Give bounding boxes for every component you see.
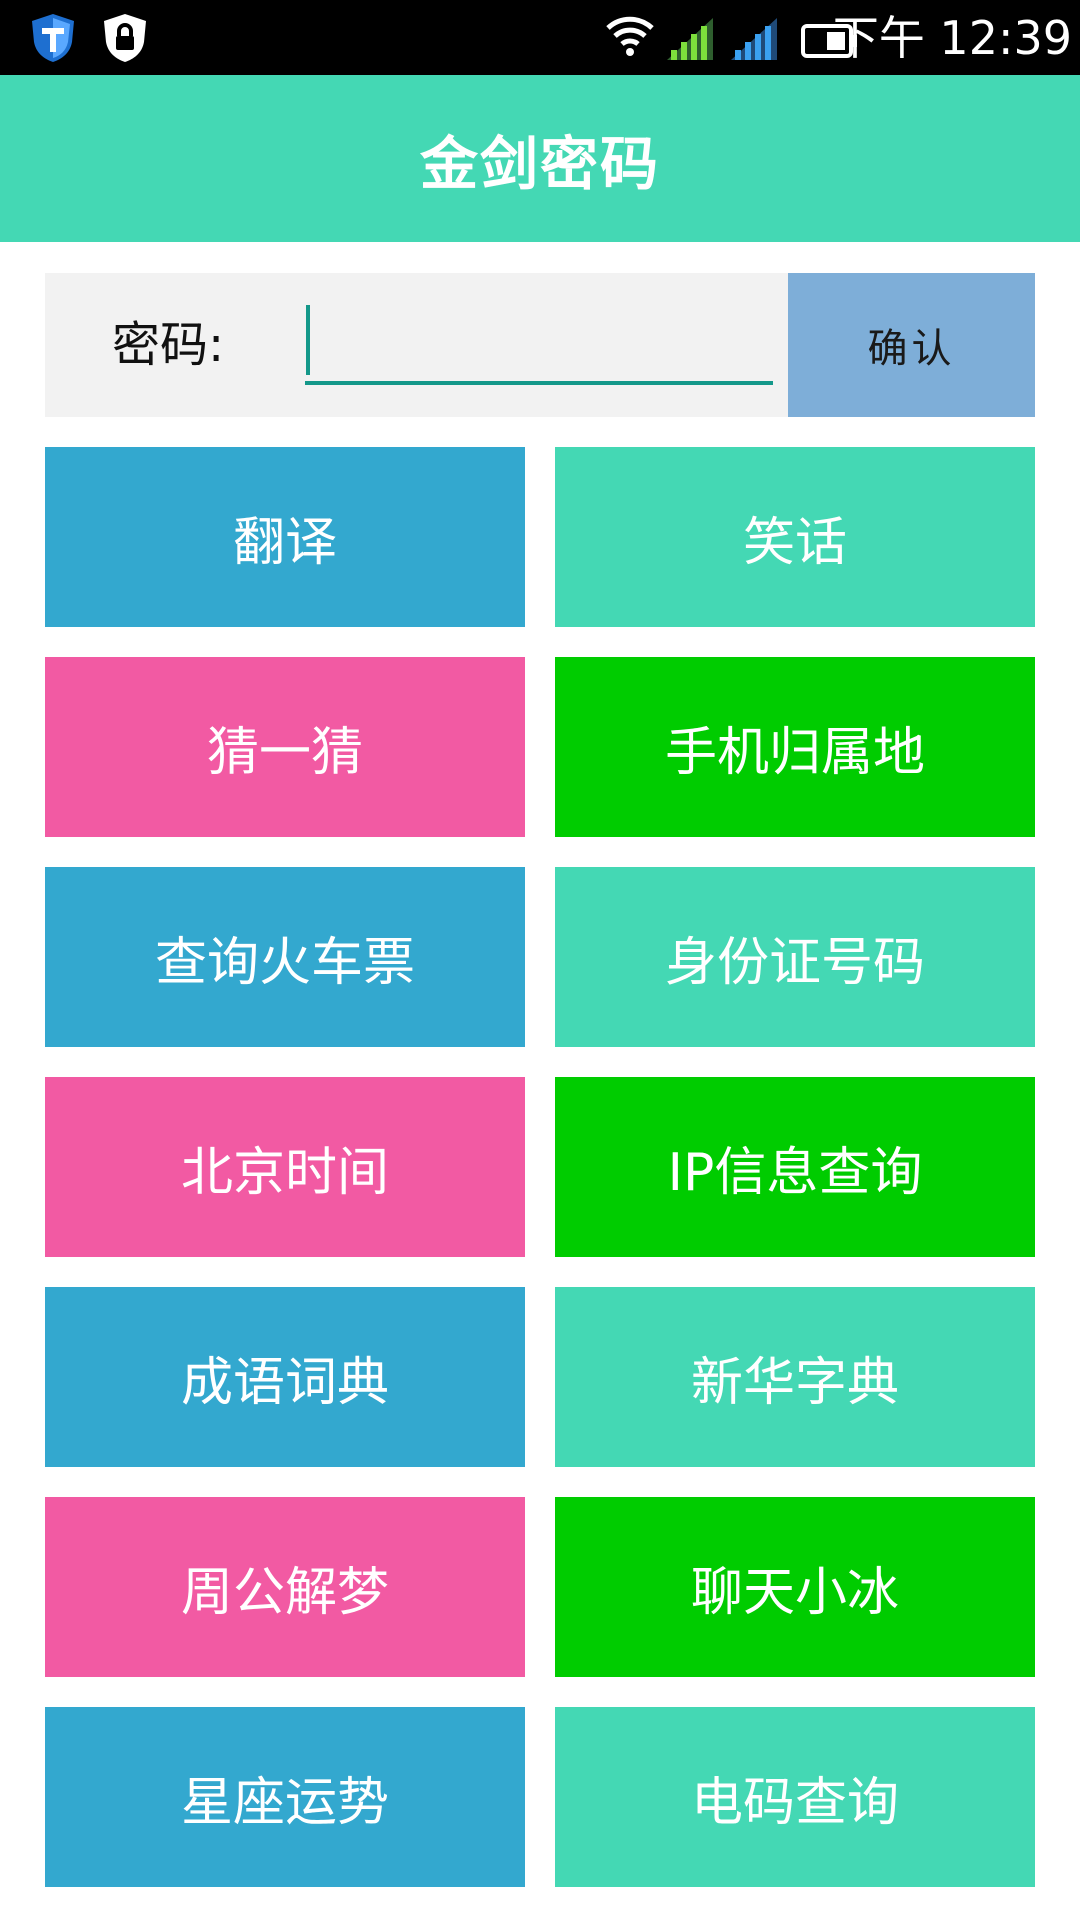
menu-tile-1[interactable]: 笑话: [555, 447, 1035, 627]
lock-shield-icon: [104, 14, 146, 62]
menu-tile-10[interactable]: 周公解梦: [45, 1497, 525, 1677]
password-label: 密码:: [112, 317, 225, 373]
menu-tile-9[interactable]: 新华字典: [555, 1287, 1035, 1467]
menu-tile-3[interactable]: 手机归属地: [555, 657, 1035, 837]
phone-screen: 下午 12:39 金剑密码 密码: 确认 翻译 笑话 猜一猜 手机归属地 查询火车票 身份…: [0, 0, 1080, 1920]
password-input[interactable]: [305, 301, 773, 385]
shield-icon: [32, 14, 74, 62]
menu-tile-11[interactable]: 聊天小冰: [555, 1497, 1035, 1677]
signal-green-icon: [667, 18, 713, 60]
status-time: 下午 12:39: [832, 11, 1072, 65]
confirm-button[interactable]: 确认: [788, 273, 1035, 417]
password-row: 密码: 确认: [45, 273, 1035, 417]
menu-tile-0[interactable]: 翻译: [45, 447, 525, 627]
menu-tile-13[interactable]: 电码查询: [555, 1707, 1035, 1887]
app-bar: 金剑密码: [0, 75, 1080, 242]
menu-tile-2[interactable]: 猜一猜: [45, 657, 525, 837]
text-cursor: [306, 305, 310, 375]
status-bar: 下午 12:39: [0, 0, 1080, 75]
menu-tile-6[interactable]: 北京时间: [45, 1077, 525, 1257]
menu-tile-7[interactable]: IP信息查询: [555, 1077, 1035, 1257]
app-title: 金剑密码: [419, 129, 660, 198]
menu-tile-12[interactable]: 星座运势: [45, 1707, 525, 1887]
signal-blue-icon: [731, 18, 777, 60]
menu-tile-5[interactable]: 身份证号码: [555, 867, 1035, 1047]
menu-tile-4[interactable]: 查询火车票: [45, 867, 525, 1047]
menu-tile-8[interactable]: 成语词典: [45, 1287, 525, 1467]
wifi-icon: [606, 16, 654, 56]
